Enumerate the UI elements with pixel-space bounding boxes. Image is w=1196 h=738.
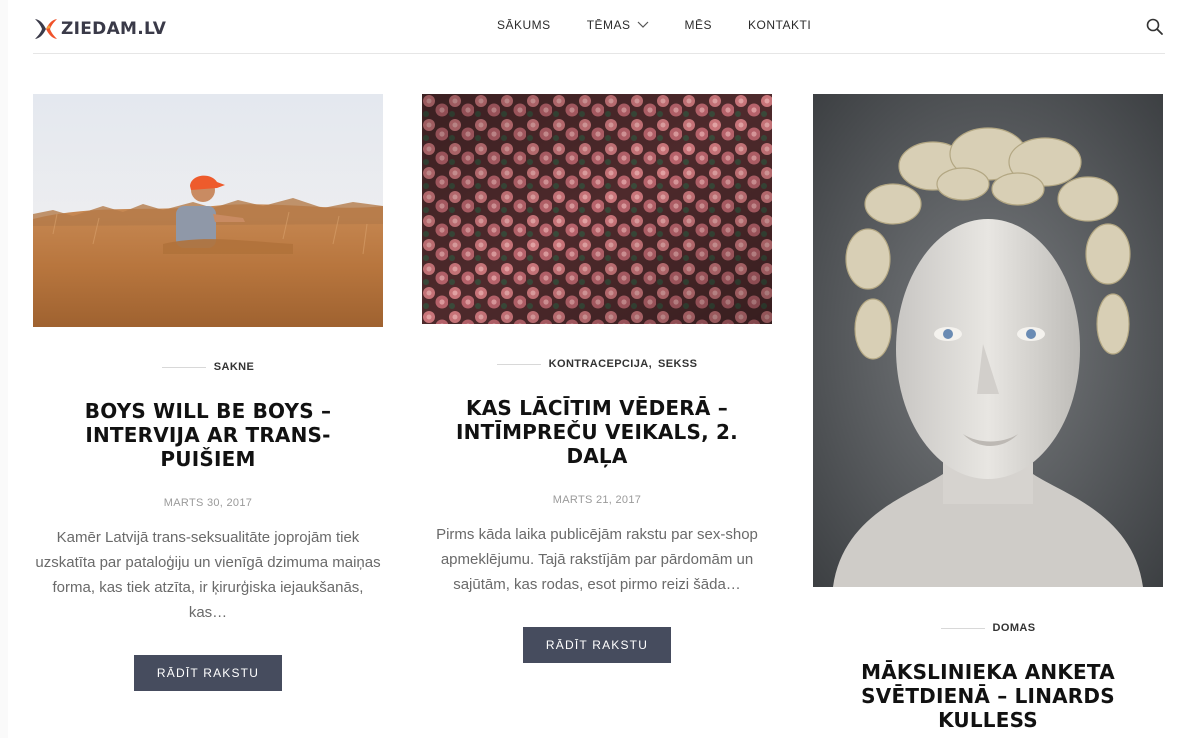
post-thumbnail[interactable] (33, 94, 383, 327)
category-link[interactable]: DOMAS (993, 622, 1036, 634)
read-more-button[interactable]: RĀDĪT RAKSTU (523, 627, 671, 663)
nav-item-label: SĀKUMS (497, 18, 551, 32)
category-link[interactable]: SEKSS (658, 358, 697, 370)
nav-item-label: KONTAKTI (748, 18, 812, 32)
nav-item-label: MĒS (684, 18, 713, 32)
post-excerpt: Pirms kāda laika publicējām rakstu par s… (436, 526, 758, 593)
nav-item-label: TĒMAS (586, 18, 631, 32)
post-thumbnail[interactable] (813, 94, 1163, 587)
post-title[interactable]: KAS LĀCĪTIM VĒDERĀ – INTĪMPREČU VEIKALS,… (422, 396, 772, 468)
post-card: SAKNE BOYS WILL BE BOYS – INTERVIJA AR T… (33, 94, 383, 691)
post-excerpt: Kamēr Latvijā trans-seksualitāte joprojā… (35, 529, 381, 621)
field-photo (33, 94, 383, 327)
post-date: MARTS 21, 2017 (552, 494, 642, 506)
chevron-down-icon (637, 21, 648, 28)
nav-item-kontakti[interactable]: KONTAKTI (748, 18, 811, 32)
logo-icon (35, 19, 57, 39)
post-title[interactable]: BOYS WILL BE BOYS – INTERVIJA AR TRANS-P… (33, 399, 383, 471)
post-date: MARTS 30, 2017 (163, 497, 253, 509)
nav-item-sakums[interactable]: SĀKUMS (497, 18, 551, 32)
category-link[interactable]: SAKNE (214, 361, 255, 373)
category-rule (161, 366, 206, 368)
category-rule (496, 363, 541, 365)
post-title[interactable]: MĀKSLINIEKA ANKETA SVĒTDIENĀ – LINARDS K… (813, 660, 1163, 732)
post-categories: DOMAS (813, 622, 1163, 634)
page-edge (0, 0, 8, 738)
post-thumbnail[interactable] (422, 94, 772, 324)
main-nav: SĀKUMS TĒMAS MĒS KONTAKTI (497, 18, 847, 32)
search-icon[interactable] (1145, 17, 1165, 37)
read-more-button[interactable]: RĀDĪT RAKSTU (134, 655, 282, 691)
post-card: DOMAS MĀKSLINIEKA ANKETA SVĒTDIENĀ – LIN… (813, 94, 1163, 732)
site-logo[interactable]: ZIEDAM.LV (33, 16, 166, 42)
post-categories: KONTRACEPCIJA, SEKSS (422, 358, 772, 370)
nav-item-mes[interactable]: MĒS (685, 18, 713, 32)
category-rule (940, 627, 985, 629)
category-link[interactable]: KONTRACEPCIJA, (549, 358, 652, 370)
flowers-photo (422, 94, 772, 324)
nav-item-temas[interactable]: TĒMAS (587, 18, 649, 32)
logo-text: ZIEDAM.LV (61, 19, 167, 39)
post-categories: SAKNE (33, 361, 383, 373)
portrait-photo (813, 94, 1163, 587)
post-card: KONTRACEPCIJA, SEKSS KAS LĀCĪTIM VĒDERĀ … (422, 94, 772, 663)
site-header: ZIEDAM.LV SĀKUMS TĒMAS MĒS KONTAKTI (33, 0, 1165, 54)
